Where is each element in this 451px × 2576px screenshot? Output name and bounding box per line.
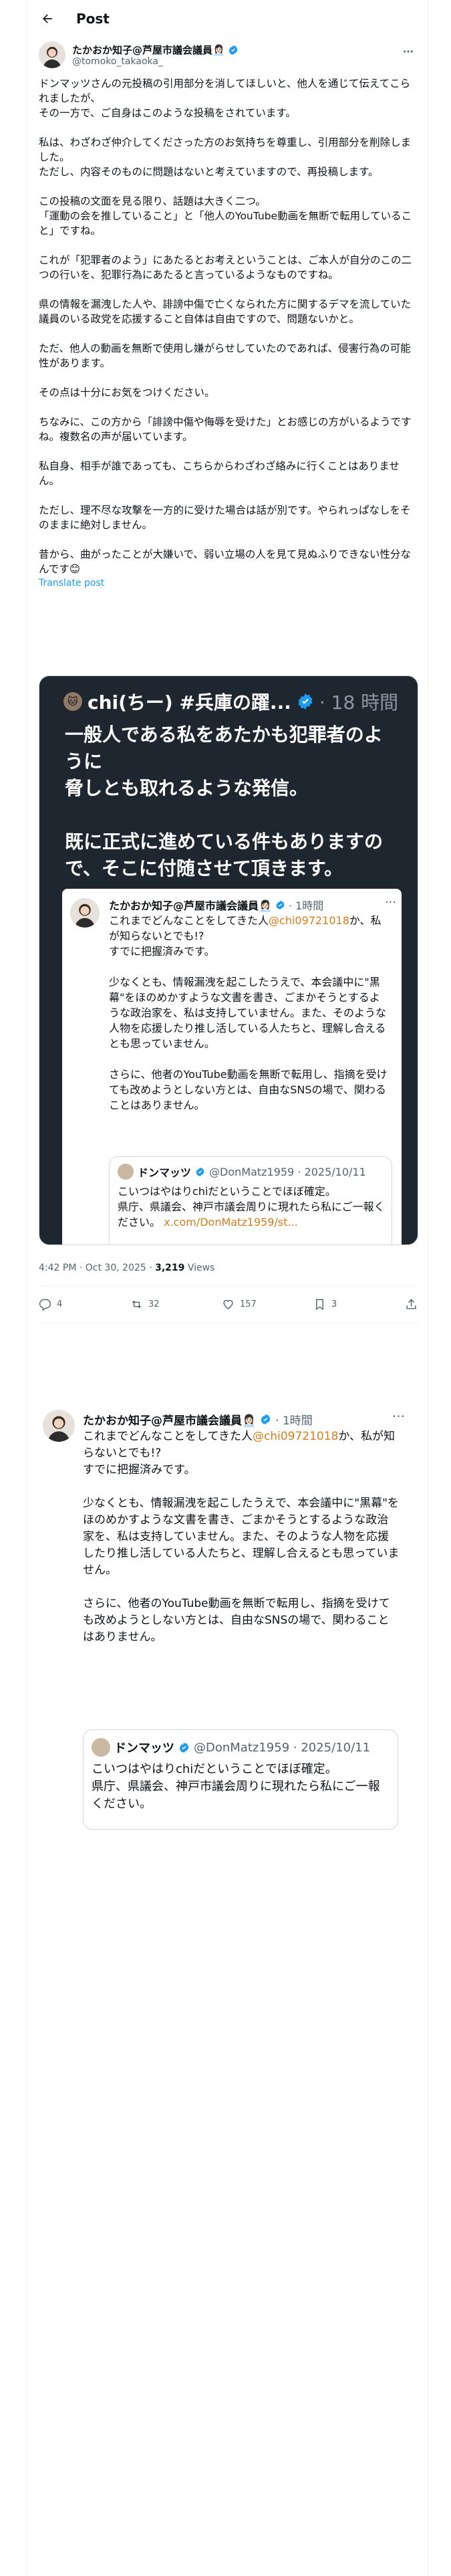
arrow-left-icon (43, 14, 52, 23)
page-title: Post (76, 11, 110, 27)
verified-badge-icon (196, 1167, 204, 1176)
divider (39, 1285, 418, 1286)
share-button[interactable] (405, 1298, 418, 1311)
second-quoted-post: ドンマッツ @DonMatz1959 · 2025/10/11 こいつはやはりc… (83, 1729, 398, 1830)
second-quoted-text: こいつはやはりchiだということでほぼ確定。 県庁、県議会、神戸市議会周りに現れ… (92, 1762, 380, 1811)
post-paragraph: 私自身、相手が誰であっても、こちらからわざわざ絡みに行くことはありません。 (39, 460, 400, 487)
quoted-handle: @DonMatz1959 · 2025/10/11 (209, 1165, 366, 1178)
back-button[interactable] (36, 7, 59, 30)
verified-badge-icon (261, 1414, 271, 1425)
repost-icon (132, 1300, 142, 1308)
second-quoted-author-row: ドンマッツ @DonMatz1959 · 2025/10/11 (92, 1738, 370, 1757)
post-paragraph: ドンマッツさんの元投稿の引用部分を消してほしいと、他人を通じて伝えてこられました… (39, 78, 411, 119)
media-text: 一般人である私をあたかも犯罪者のように 脅しとも取れるような発信。 既に正式に進… (65, 724, 384, 879)
post-paragraph: 昔から、曲がったことが大嫌いで、弱い立場の人を見て見ぬふりできない性分なんです😊 (39, 548, 411, 575)
quoted-author-row: ドンマッツ @DonMatz1959 · 2025/10/11 (118, 1164, 366, 1180)
post-paragraph: 県の情報を漏洩した人や、誹謗中傷で亡くなられた方に関するデマを流していた議員のい… (39, 298, 412, 325)
reply-button[interactable]: 4 (39, 1298, 86, 1311)
second-text: これまでどんなことをしてきた人@chi09721018か、私が知らないとでも!?… (83, 1428, 400, 1646)
post-timestamp[interactable]: 4:42 PM · Oct 30, 2025 · (39, 1263, 155, 1273)
views-count: 3,219 (155, 1263, 185, 1273)
post-paragraph: ただ、他人の動画を無断で使用し嫌がらせしていたのであれば、侵害行為の可能性があり… (39, 342, 411, 369)
second-attached-image[interactable]: たかおか知子@芦屋市議会議員👩🏻‍💼 · 1時間 ··· これまでどんなことをし… (39, 1403, 418, 2576)
bookmark-button[interactable]: 3 (313, 1298, 360, 1311)
post-paragraph: ちなみに、この方から「誹謗中傷や侮辱を受けた」とお感じの方がいるようですね。複数… (39, 416, 412, 443)
bookmark-icon (316, 1299, 323, 1310)
mention-link: @chi09721018 (252, 1430, 339, 1443)
post-paragraph: その点は十分にお気をつけください。 (39, 387, 215, 399)
author-name[interactable]: たかおか知子@芦屋市議会議員👩🏻‍💼 (72, 43, 225, 57)
second-quoted-author-name: ドンマッツ (114, 1741, 174, 1755)
more-icon: ··· (384, 895, 396, 909)
like-count: 157 (240, 1299, 257, 1309)
verified-badge-icon (276, 900, 285, 909)
second-text-part: か、私が知らないとでも!? すでに把握済みです。 少なくとも、情報漏洩を起こした… (83, 1430, 400, 1644)
mention-link: @chi09721018 (269, 914, 349, 927)
embedded-text: これまでどんなことをしてきた人@chi09721018か、私が知らないとでも!?… (109, 913, 388, 1113)
second-text-part: これまでどんなことをしてきた人 (83, 1430, 253, 1443)
second-time: · 1時間 (275, 1414, 313, 1428)
second-author-name: たかおか知子@芦屋市議会議員👩🏻‍💼 (83, 1414, 257, 1428)
embedded-author-row: たかおか知子@芦屋市議会議員👩🏻‍💼 · 1時間 (109, 897, 323, 913)
embedded-text-part: これまでどんなことをしてきた人 (109, 914, 269, 927)
avatar[interactable] (39, 41, 65, 68)
heart-icon (223, 1299, 233, 1309)
embedded-post-card: たかおか知子@芦屋市議会議員👩🏻‍💼 · 1時間 ··· これまでどんなことをし… (62, 889, 402, 1245)
embedded-text-part: か、私が知らないとでも!? すでに把握済みです。 少なくとも、情報漏洩を起こした… (109, 914, 388, 1111)
bookmark-count: 3 (331, 1299, 337, 1309)
author-handle[interactable]: @tomoko_takaoka_ (72, 56, 163, 67)
more-icon (404, 50, 413, 53)
author-name-row: たかおか知子@芦屋市議会議員👩🏻‍💼 (72, 43, 239, 57)
avatar (92, 1738, 110, 1757)
post-text: ドンマッツさんの元投稿の引用部分を消してほしいと、他人を通じて伝えてこられました… (39, 76, 418, 588)
more-icon: ··· (392, 1408, 405, 1424)
quoted-text: こいつはやはりchiだということでほぼ確定。 県庁、県議会、神戸市議会周りに現れ… (118, 1184, 385, 1230)
embedded-time: · 1時間 (288, 899, 324, 912)
translate-link[interactable]: Translate post (39, 578, 418, 588)
media-time: · 18 時間 (319, 691, 399, 714)
verified-badge-icon (179, 1742, 189, 1753)
avatar (70, 898, 100, 928)
more-button[interactable] (398, 41, 418, 62)
avatar (43, 1410, 75, 1442)
verified-badge-icon (229, 45, 238, 55)
reply-icon (39, 1299, 51, 1311)
repost-count: 32 (148, 1299, 160, 1309)
post-column: Post たかおか知子@芦屋市議会議員👩🏻‍💼 @tomoko_takaoka_… (27, 0, 428, 2576)
views-label: Views (184, 1263, 215, 1273)
share-icon (406, 1298, 416, 1309)
like-button[interactable]: 157 (222, 1298, 269, 1311)
action-bar: 4 32 157 3 (39, 1291, 418, 1317)
top-bar: Post (28, 0, 429, 37)
post-author: たかおか知子@芦屋市議会議員👩🏻‍💼 @tomoko_takaoka_ (39, 41, 418, 71)
second-quoted-handle: @DonMatz1959 · 2025/10/11 (194, 1740, 371, 1755)
embedded-author-name: たかおか知子@芦屋市議会議員👩🏻‍💼 (109, 899, 272, 912)
quoted-post: ドンマッツ @DonMatz1959 · 2025/10/11 こいつはやはりc… (109, 1156, 392, 1245)
quoted-author-name: ドンマッツ (138, 1166, 192, 1179)
media-author-row: 🐱 chi(ちー) #兵庫の躍... · 18 時間 (63, 688, 398, 715)
quoted-link: x.com/DonMatz1959/st... (164, 1216, 298, 1228)
post-paragraph: 私は、わざわざ仲介してくださった方のお気持ちを尊重し、引用部分を削除しました。 … (39, 136, 412, 178)
reply-count: 4 (57, 1299, 63, 1309)
post-paragraph: これが「犯罪者のよう」にあたるとお考えということは、ご本人が自分のこの二つの行い… (39, 254, 412, 281)
media-author-name: chi(ちー) #兵庫の躍... (88, 691, 291, 714)
avatar (118, 1164, 134, 1180)
post-meta: 4:42 PM · Oct 30, 2025 · 3,219 Views (39, 1263, 214, 1273)
verified-badge-icon (298, 693, 313, 710)
post-paragraph: ただし、理不尽な攻撃を一方的に受けた場合は話が別です。やられっぱなしをそのままに… (39, 504, 411, 531)
repost-button[interactable]: 32 (130, 1298, 177, 1311)
media-avatar: 🐱 (63, 692, 82, 711)
post-paragraph: この投稿の文面を見る限り、話題は大きく二つ。 「運動の会を推していること」と「他… (39, 195, 412, 237)
second-author-row: たかおか知子@芦屋市議会議員👩🏻‍💼 · 1時間 (83, 1411, 313, 1428)
attached-image[interactable]: 🐱 chi(ちー) #兵庫の躍... · 18 時間 一般人である私をあたかも犯… (39, 675, 418, 1245)
